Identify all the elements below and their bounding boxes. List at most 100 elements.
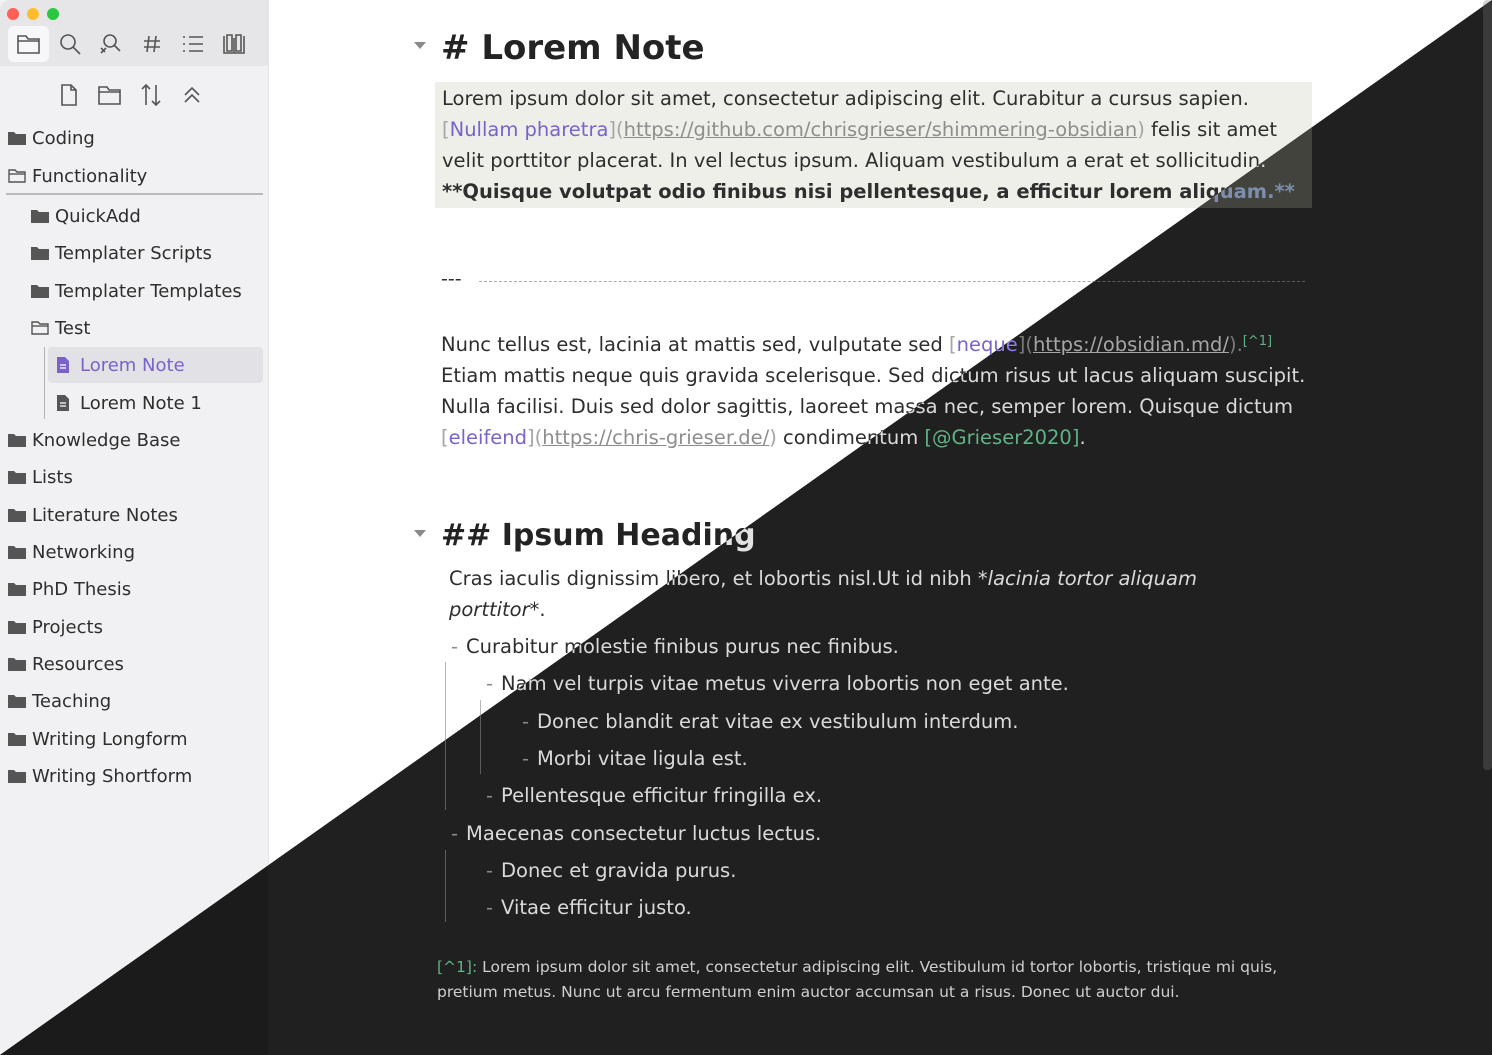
folder-icon — [8, 768, 28, 784]
list-item-text: Morbi vitae ligula est. — [537, 747, 748, 770]
tree-folder-teaching[interactable]: Teaching — [8, 683, 111, 719]
close-window-button[interactable] — [7, 8, 19, 20]
new-folder-button[interactable] — [89, 78, 130, 112]
list-bullet: - — [486, 859, 494, 882]
tree-folder-literature-notes[interactable]: Literature Notes — [8, 497, 178, 533]
list-item-text: Vitae efficitur justo. — [501, 896, 692, 919]
new-note-button[interactable] — [48, 78, 89, 112]
tree-folder-projects[interactable]: Projects — [8, 609, 103, 645]
tree-folder-knowledge-base[interactable]: Knowledge Base — [8, 422, 181, 458]
sort-button[interactable] — [130, 78, 171, 112]
collapse-all-button[interactable] — [171, 78, 212, 112]
tree-folder-quickadd[interactable]: QuickAdd — [31, 198, 141, 234]
tree-folder-writing-longform[interactable]: Writing Longform — [8, 721, 188, 757]
hr-markup: --- — [441, 268, 462, 290]
tree-folder-coding[interactable]: Coding — [8, 120, 95, 156]
highlighted-paragraph[interactable]: Lorem ipsum dolor sit amet, consectetur … — [435, 82, 1312, 208]
list-icon — [182, 36, 203, 52]
list-item-text: Donec blandit erat vitae ex vestibulum i… — [537, 710, 1019, 733]
tree-item-label: Functionality — [32, 165, 148, 187]
minimize-window-button[interactable] — [27, 8, 39, 20]
tree-item-label: Lists — [32, 466, 73, 488]
search-tab[interactable] — [49, 26, 90, 62]
footnote-reference[interactable]: [^1] — [1243, 334, 1272, 349]
tree-folder-test[interactable]: Test — [31, 310, 90, 346]
p2-text-4: . — [1079, 426, 1086, 449]
folder-icon — [8, 581, 28, 597]
tree-file-lorem-note[interactable]: Lorem Note — [48, 347, 263, 383]
footnote-label[interactable]: [^1]: — [437, 958, 477, 976]
tree-item-label: Writing Shortform — [32, 765, 193, 787]
file-icon — [56, 395, 76, 411]
fold-toggle-h2[interactable] — [414, 530, 426, 537]
tree-folder-templater-scripts[interactable]: Templater Scripts — [31, 235, 212, 271]
sidebar-view-tabs — [8, 26, 254, 62]
folder-icon — [16, 35, 40, 54]
tree-folder-resources[interactable]: Resources — [8, 646, 124, 682]
tree-folder-functionality[interactable]: Functionality — [8, 158, 147, 194]
tree-folder-writing-shortform[interactable]: Writing Shortform — [8, 758, 192, 794]
heading-1: # Lorem Note — [441, 28, 705, 68]
editor-scrollbar[interactable] — [1483, 0, 1492, 770]
list-item[interactable]: -Donec et gravida purus. — [486, 855, 736, 886]
tree-item-label: Resources — [32, 653, 124, 675]
list-item[interactable]: -Donec blandit erat vitae ex vestibulum … — [522, 706, 1018, 737]
new-folder-icon — [97, 86, 121, 105]
tree-file-lorem-note-1[interactable]: Lorem Note 1 — [56, 385, 202, 421]
backlinks-tab[interactable] — [90, 26, 131, 62]
chevrons-up-icon — [183, 86, 200, 103]
tree-folder-templater-templates[interactable]: Templater Templates — [31, 273, 242, 309]
zoom-window-button[interactable] — [47, 8, 59, 20]
folder-icon — [31, 283, 51, 299]
list-item-text: Nam vel turpis vitae metus viverra lobor… — [501, 672, 1069, 695]
list-item[interactable]: -Vitae efficitur justo. — [486, 892, 692, 923]
list-item[interactable]: -Pellentesque efficitur fringilla ex. — [486, 780, 822, 811]
url-obsidian[interactable]: https://obsidian.md/ — [1033, 333, 1229, 356]
folder-icon — [8, 693, 28, 709]
list-item[interactable]: -Morbi vitae ligula est. — [522, 743, 748, 774]
folder-icon — [31, 245, 51, 261]
tree-item-label: Teaching — [32, 690, 112, 712]
folder-icon — [8, 656, 28, 672]
folder-open-icon — [31, 320, 51, 336]
tree-folder-networking[interactable]: Networking — [8, 534, 135, 570]
outline-tab[interactable] — [172, 26, 213, 62]
p1-bold-text: **Quisque volutpat odio finibus nisi pel… — [442, 180, 1295, 203]
list-item-text: Donec et gravida purus. — [501, 859, 737, 882]
folder-icon — [8, 130, 28, 146]
list-item[interactable]: -Maecenas consectetur luctus lectus. — [451, 818, 821, 849]
list-indent-guide — [445, 850, 446, 922]
fold-toggle-h1[interactable] — [414, 42, 426, 49]
bookmarks-tab[interactable] — [213, 26, 254, 62]
folder-icon — [8, 544, 28, 560]
tree-folder-phd-thesis[interactable]: PhD Thesis — [8, 571, 131, 607]
sort-icon — [140, 83, 161, 107]
folder-icon — [8, 469, 28, 485]
file-explorer-tab[interactable] — [8, 26, 49, 62]
tree-item-label: QuickAdd — [55, 205, 141, 227]
tree-item-label: Lorem Note 1 — [80, 392, 202, 414]
citation[interactable]: [@Grieser2020] — [924, 426, 1079, 449]
url-github[interactable]: https://github.com/chrisgrieser/shimmeri… — [624, 118, 1138, 141]
url-chris-grieser[interactable]: https://chris-grieser.de/ — [542, 426, 769, 449]
footnote-text: Lorem ipsum dolor sit amet, consectetur … — [437, 958, 1278, 1001]
link-eleifend[interactable]: eleifend — [449, 426, 527, 449]
list-item[interactable]: -Nam vel turpis vitae metus viverra lobo… — [486, 668, 1069, 699]
list-bullet: - — [451, 635, 459, 658]
tree-item-label: Writing Longform — [32, 728, 188, 750]
link-nullam-pharetra[interactable]: Nullam pharetra — [450, 118, 609, 141]
folder-icon — [8, 507, 28, 523]
file-actions — [48, 78, 212, 112]
file-icon — [56, 357, 76, 373]
tree-item-label: Test — [55, 317, 91, 339]
tree-folder-lists[interactable]: Lists — [8, 459, 73, 495]
tree-item-label: Projects — [32, 616, 103, 638]
book-icon — [222, 34, 245, 54]
list-item-text: Pellentesque efficitur fringilla ex. — [501, 784, 823, 807]
tree-item-label: Lorem Note — [80, 354, 185, 376]
tags-tab[interactable] — [131, 26, 172, 62]
p2-text-1: Nunc tellus est, lacinia at mattis sed, … — [441, 333, 950, 356]
tree-item-label: Coding — [32, 127, 95, 149]
p1-text-1: Lorem ipsum dolor sit amet, consectetur … — [442, 87, 1249, 110]
new-note-icon — [60, 84, 77, 106]
